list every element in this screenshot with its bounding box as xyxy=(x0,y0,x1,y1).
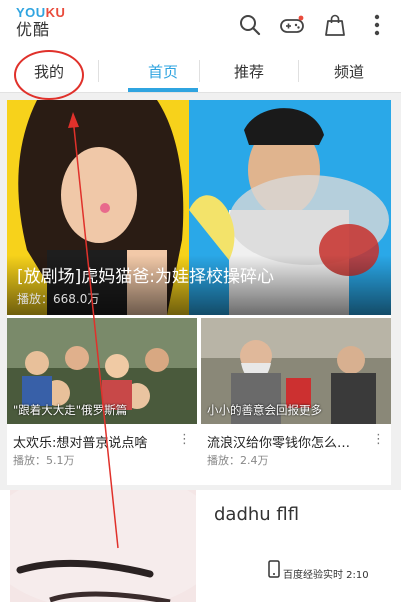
tab-divider xyxy=(98,60,99,82)
video-title: 流浪汉给你零钱你怎么… xyxy=(207,436,351,451)
hero-play-count: 播放：668.0万 xyxy=(17,292,100,306)
video-grid: "跟着大大走"俄罗斯篇 太欢乐:想对普京说点啥 播放：5.1万 ⋮ 小小的善意会… xyxy=(7,318,391,467)
watermark-text: 百度经验实时 2:10 xyxy=(283,570,369,581)
hero-title: [放剧场]虎妈猫爸:为娃择校操碎心 xyxy=(17,267,274,287)
gamepad-icon[interactable] xyxy=(277,10,307,40)
video-thumbnail: "跟着大大走"俄罗斯篇 xyxy=(7,318,197,424)
video-thumbnail: 小小的善意会回报更多 xyxy=(201,318,391,424)
logo-text: 优酷 xyxy=(16,20,51,39)
youku-logo[interactable]: YOUKU 优酷 xyxy=(16,6,65,44)
video-title: 太欢乐:想对普京说点啥 xyxy=(13,436,148,451)
phone-icon xyxy=(268,560,280,578)
video-play-count: 播放：5.1万 xyxy=(13,454,75,467)
card-more-icon[interactable]: ⋮ xyxy=(178,432,191,447)
video-play-count: 播放：2.4万 xyxy=(207,454,269,467)
search-icon[interactable] xyxy=(235,10,265,40)
tab-recommend[interactable]: 推荐 xyxy=(200,50,298,92)
video-caption: "跟着大大走"俄罗斯篇 xyxy=(13,403,128,417)
video-card[interactable]: 小小的善意会回报更多 流浪汉给你零钱你怎么… 播放：2.4万 ⋮ xyxy=(201,318,391,467)
bottom-title: dadhu flfl xyxy=(214,504,300,525)
annotation-circle xyxy=(14,50,84,100)
video-card[interactable]: "跟着大大走"俄罗斯篇 太欢乐:想对普京说点啥 播放：5.1万 ⋮ xyxy=(7,318,197,467)
face-image xyxy=(10,490,196,602)
shopping-bag-icon[interactable] xyxy=(320,10,350,40)
video-caption: 小小的善意会回报更多 xyxy=(207,403,322,417)
bottom-section: dadhu flfl 百度经验实时 2:10 xyxy=(0,490,401,607)
tab-home[interactable]: 首页 xyxy=(128,50,198,92)
active-tab-indicator xyxy=(128,88,198,92)
top-bar: YOUKU 优酷 xyxy=(0,0,401,50)
tab-channels[interactable]: 频道 xyxy=(299,50,399,92)
hero-banner[interactable]: [放剧场]虎妈猫爸:为娃择校操碎心 播放：668.0万 xyxy=(7,100,391,315)
card-more-icon[interactable]: ⋮ xyxy=(372,432,385,447)
feed: [放剧场]虎妈猫爸:为娃择校操碎心 播放：668.0万 "跟着大大走"俄罗斯篇 xyxy=(7,100,391,485)
more-vertical-icon[interactable] xyxy=(362,10,392,40)
